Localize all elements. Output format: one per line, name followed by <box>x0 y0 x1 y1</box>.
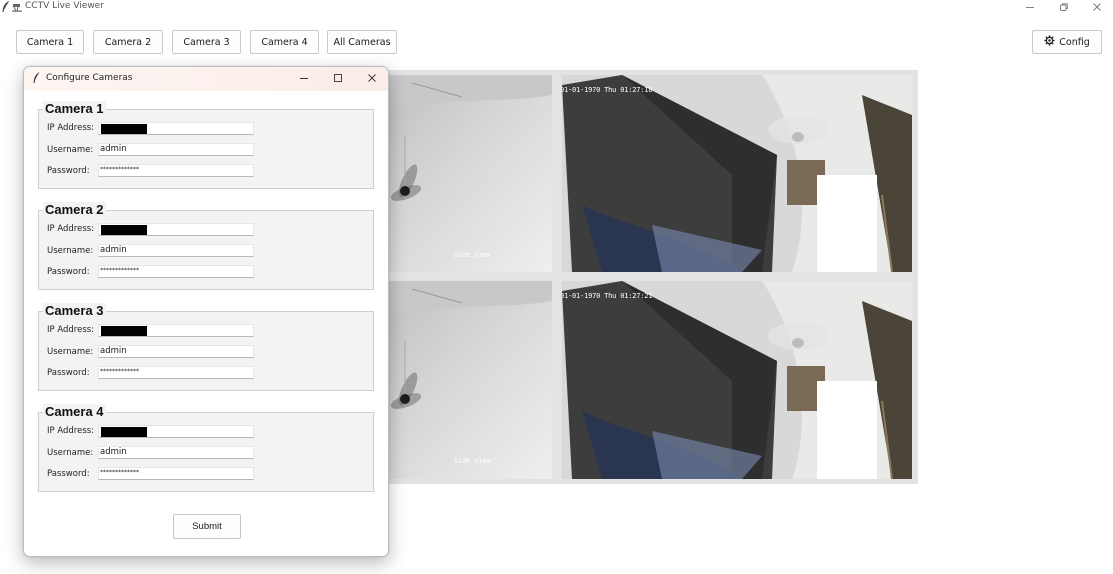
feed-3-label: Side view <box>454 457 491 465</box>
camera-1-button[interactable]: Camera 1 <box>16 30 84 54</box>
minimize-icon <box>299 73 309 86</box>
feed-2-label: Top_view <box>818 251 851 259</box>
dialog-titlebar: Configure Cameras <box>24 67 388 91</box>
camera-4-button[interactable]: Camera 4 <box>250 30 319 54</box>
redacted-ip <box>101 124 147 134</box>
camera-1-ip-input[interactable] <box>98 122 254 135</box>
window-titlebar: CCTV Live Viewer <box>0 0 1113 14</box>
camera-3-username-input[interactable]: admin <box>98 345 254 358</box>
camera-feed-1[interactable]: Side view <box>372 75 552 272</box>
dialog-close-button[interactable] <box>355 67 388 91</box>
camera-1-password-input[interactable]: ************* <box>98 164 254 177</box>
camera-feed-3[interactable]: Side view <box>372 281 552 479</box>
gear-icon <box>1044 35 1055 49</box>
submit-button[interactable]: Submit <box>173 514 241 539</box>
feed-4-timestamp: 01-01-1970 Thu 01:27:21 <box>562 292 653 300</box>
redacted-ip <box>101 225 147 235</box>
camera-1-heading: Camera 1 <box>43 101 106 116</box>
close-icon <box>1092 2 1102 12</box>
password-label: Password: <box>47 368 90 378</box>
redacted-ip <box>101 326 147 336</box>
username-label: Username: <box>47 448 94 458</box>
ip-address-label: IP Address: <box>47 224 95 234</box>
camera-2-heading: Camera 2 <box>43 202 106 217</box>
camera-4-ip-input[interactable] <box>98 425 254 438</box>
camera-4-heading: Camera 4 <box>43 404 106 419</box>
minimize-button[interactable] <box>1015 0 1045 14</box>
config-button[interactable]: Config <box>1032 30 1102 54</box>
minimize-icon <box>1025 2 1035 12</box>
camera-2-password-input[interactable]: ************* <box>98 265 254 278</box>
camera-2-group: Camera 2 IP Address: Username: admin Pas… <box>38 202 374 290</box>
camera-3-group: Camera 3 IP Address: Username: admin Pas… <box>38 303 374 391</box>
all-cameras-button[interactable]: All Cameras <box>327 30 397 54</box>
config-label: Config <box>1059 36 1090 48</box>
camera-1-username-input[interactable]: admin <box>98 143 254 156</box>
feed-2-timestamp: 01-01-1970 Thu 01:27:18 <box>562 86 653 94</box>
username-label: Username: <box>47 347 94 357</box>
username-label: Username: <box>47 246 94 256</box>
camera-3-button[interactable]: Camera 3 <box>172 30 241 54</box>
camera-3-heading: Camera 3 <box>43 303 106 318</box>
camera-grid: Side view 01-01-1970 Thu 01:27:18 Top_vi… <box>372 70 918 484</box>
camera-4-username-input[interactable]: admin <box>98 446 254 459</box>
ip-address-label: IP Address: <box>47 325 95 335</box>
camera-3-ip-input[interactable] <box>98 324 254 337</box>
camera-feed-4[interactable]: 01-01-1970 Thu 01:27:21 Top_view <box>562 281 912 479</box>
configure-cameras-dialog: Configure Cameras Camera 1 IP Address: U… <box>23 66 389 557</box>
username-label: Username: <box>47 145 94 155</box>
camera-2-username-input[interactable]: admin <box>98 244 254 257</box>
camera-2-ip-input[interactable] <box>98 223 254 236</box>
redacted-ip <box>101 427 147 437</box>
feed-4-label: Top_view <box>818 457 851 465</box>
close-icon <box>367 73 377 86</box>
camera-1-group: Camera 1 IP Address: Username: admin Pas… <box>38 101 374 189</box>
camera-3-password-input[interactable]: ************* <box>98 366 254 379</box>
camera-4-password-input[interactable]: ************* <box>98 467 254 480</box>
dialog-maximize-button[interactable] <box>321 67 355 91</box>
feather-icon <box>32 72 41 87</box>
cctv-icon <box>12 2 22 12</box>
maximize-icon <box>333 73 343 86</box>
dialog-minimize-button[interactable] <box>287 67 321 91</box>
feed-1-label: Side view <box>454 251 491 259</box>
password-label: Password: <box>47 267 90 277</box>
ip-address-label: IP Address: <box>47 123 95 133</box>
dialog-title: Configure Cameras <box>46 73 133 83</box>
camera-4-group: Camera 4 IP Address: Username: admin Pas… <box>38 404 374 492</box>
camera-2-button[interactable]: Camera 2 <box>93 30 163 54</box>
close-button[interactable] <box>1082 0 1112 14</box>
restore-button[interactable] <box>1049 0 1079 14</box>
ip-address-label: IP Address: <box>47 426 95 436</box>
camera-feed-2[interactable]: 01-01-1970 Thu 01:27:18 Top_view <box>562 75 912 272</box>
restore-icon <box>1059 2 1069 12</box>
password-label: Password: <box>47 469 90 479</box>
feather-icon <box>1 0 11 13</box>
password-label: Password: <box>47 166 90 176</box>
window-title: CCTV Live Viewer <box>25 1 104 11</box>
